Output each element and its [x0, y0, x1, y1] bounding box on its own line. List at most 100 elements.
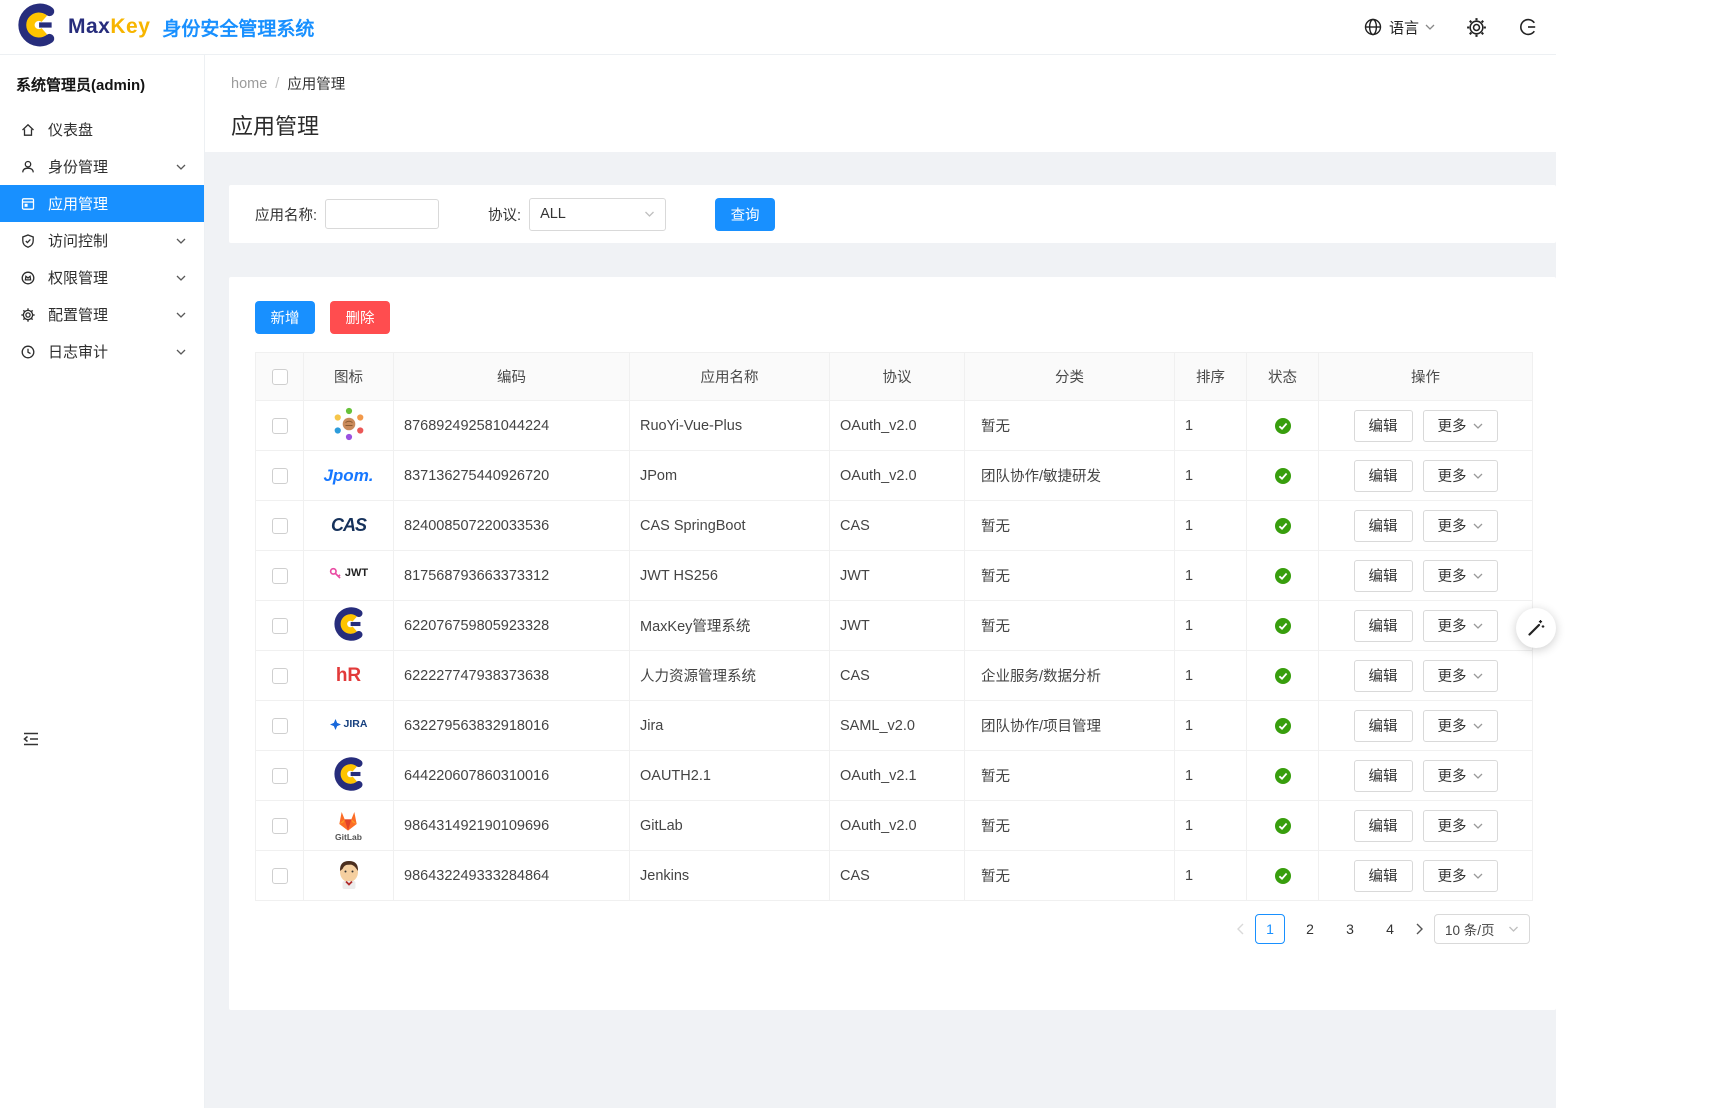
page-size-select[interactable]: 10 条/页: [1434, 914, 1530, 944]
app-sort: 1: [1175, 551, 1247, 601]
more-button[interactable]: 更多: [1423, 860, 1498, 892]
more-button[interactable]: 更多: [1423, 760, 1498, 792]
app-category: 暂无: [965, 501, 1175, 551]
edit-button[interactable]: 编辑: [1354, 410, 1413, 442]
logout-button[interactable]: [1518, 17, 1538, 37]
jpom-logo: Jpom.: [323, 467, 373, 484]
more-button[interactable]: 更多: [1423, 660, 1498, 692]
chevron-down-icon: [176, 163, 186, 171]
app-name: RuoYi-Vue-Plus: [630, 401, 830, 451]
edit-button[interactable]: 编辑: [1354, 510, 1413, 542]
edit-button[interactable]: 编辑: [1354, 460, 1413, 492]
sidebar-item-audit[interactable]: 日志审计: [0, 333, 204, 370]
more-button[interactable]: 更多: [1423, 710, 1498, 742]
edit-button[interactable]: 编辑: [1354, 760, 1413, 792]
app-category: 暂无: [965, 551, 1175, 601]
chevron-down-icon: [644, 210, 655, 218]
chevron-down-icon: [1508, 925, 1519, 933]
filter-card: 应用名称: 协议: ALL 查询: [229, 185, 1556, 243]
app-category: 暂无: [965, 851, 1175, 901]
row-checkbox[interactable]: [272, 768, 288, 784]
page-button-2[interactable]: 2: [1295, 914, 1325, 944]
app-code: 876892492581044224: [394, 401, 630, 451]
table-header-row: 图标 编码 应用名称 协议 分类 排序 状态 操作: [256, 353, 1533, 401]
sidebar-item-configuration[interactable]: 配置管理: [0, 296, 204, 333]
row-checkbox[interactable]: [272, 468, 288, 484]
row-checkbox[interactable]: [272, 568, 288, 584]
sidebar-item-dashboard[interactable]: 仪表盘: [0, 111, 204, 148]
edit-button[interactable]: 编辑: [1354, 710, 1413, 742]
cas-logo: CAS: [331, 516, 366, 534]
app-table-body: 876892492581044224 RuoYi-Vue-Plus OAuth_…: [256, 401, 1533, 901]
app-sort: 1: [1175, 401, 1247, 451]
more-button[interactable]: 更多: [1423, 560, 1498, 592]
language-label: 语言: [1389, 17, 1419, 38]
settings-button[interactable]: [1465, 16, 1488, 39]
prev-page-button[interactable]: [1236, 923, 1245, 935]
sidebar-item-applications[interactable]: 应用管理: [0, 185, 204, 222]
dashboard-icon: [20, 122, 36, 138]
status-enabled-icon: [1274, 817, 1292, 833]
language-switcher[interactable]: 语言: [1363, 17, 1435, 38]
row-checkbox[interactable]: [272, 418, 288, 434]
logout-icon: [1518, 17, 1538, 37]
app-root: MaxKey 身份安全管理系统 语言 系统管理员(admin): [0, 0, 1556, 1108]
page-button-4[interactable]: 4: [1375, 914, 1405, 944]
sidebar: 系统管理员(admin) 仪表盘 身份管理 应用管理 访问控制: [0, 55, 205, 1108]
status-enabled-icon: [1274, 467, 1292, 483]
app-code: 986432249333284864: [394, 851, 630, 901]
table-row: 986432249333284864 Jenkins CAS 暂无 1 编辑 更…: [256, 851, 1533, 901]
app-protocol: JWT: [830, 601, 965, 651]
identity-icon: [20, 159, 36, 175]
row-checkbox[interactable]: [272, 618, 288, 634]
delete-button[interactable]: 删除: [330, 301, 390, 334]
chevron-down-icon: [176, 348, 186, 356]
current-user-label: 系统管理员(admin): [0, 55, 204, 107]
more-button[interactable]: 更多: [1423, 810, 1498, 842]
sidebar-collapse-button[interactable]: [22, 731, 40, 752]
edit-button[interactable]: 编辑: [1354, 560, 1413, 592]
more-button[interactable]: 更多: [1423, 410, 1498, 442]
add-button[interactable]: 新增: [255, 301, 315, 334]
page-button-3[interactable]: 3: [1335, 914, 1365, 944]
content-area: home / 应用管理 应用管理 应用名称: 协议: ALL 查询 新增: [205, 55, 1556, 1108]
brand: MaxKey 身份安全管理系统: [14, 2, 314, 53]
app-sort: 1: [1175, 751, 1247, 801]
row-checkbox[interactable]: [272, 668, 288, 684]
table-card: 新增 删除 图标 编码 应用名称 协议: [229, 277, 1556, 1010]
more-button[interactable]: 更多: [1423, 510, 1498, 542]
status-enabled-icon: [1274, 417, 1292, 433]
theme-settings-button[interactable]: [1516, 608, 1556, 648]
header-actions: 语言: [1363, 16, 1538, 39]
chevron-down-icon: [176, 237, 186, 245]
page-button-1[interactable]: 1: [1255, 914, 1285, 944]
row-checkbox[interactable]: [272, 518, 288, 534]
edit-button[interactable]: 编辑: [1354, 610, 1413, 642]
sidebar-item-permissions[interactable]: 权限管理: [0, 259, 204, 296]
more-button[interactable]: 更多: [1423, 610, 1498, 642]
ruoyi-logo: [332, 407, 366, 441]
chevron-down-icon: [1473, 622, 1483, 630]
search-button[interactable]: 查询: [715, 198, 775, 231]
app-sort: 1: [1175, 801, 1247, 851]
sidebar-item-access-control[interactable]: 访问控制: [0, 222, 204, 259]
edit-button[interactable]: 编辑: [1354, 810, 1413, 842]
sidebar-item-identity[interactable]: 身份管理: [0, 148, 204, 185]
more-button[interactable]: 更多: [1423, 460, 1498, 492]
select-all-checkbox[interactable]: [272, 369, 288, 385]
app-name-input[interactable]: [325, 199, 439, 229]
edit-button[interactable]: 编辑: [1354, 660, 1413, 692]
app-name: Jira: [630, 701, 830, 751]
status-enabled-icon: [1274, 567, 1292, 583]
table-row: Jpom. 837136275440926720 JPom OAuth_v2.0…: [256, 451, 1533, 501]
row-checkbox[interactable]: [272, 818, 288, 834]
next-page-button[interactable]: [1415, 923, 1424, 935]
row-checkbox[interactable]: [272, 718, 288, 734]
breadcrumb-home[interactable]: home: [231, 76, 267, 92]
jenkins-logo: [335, 858, 363, 890]
magic-wand-icon: [1526, 618, 1546, 638]
edit-button[interactable]: 编辑: [1354, 860, 1413, 892]
protocol-select[interactable]: ALL: [529, 198, 666, 231]
app-sort: 1: [1175, 701, 1247, 751]
row-checkbox[interactable]: [272, 868, 288, 884]
